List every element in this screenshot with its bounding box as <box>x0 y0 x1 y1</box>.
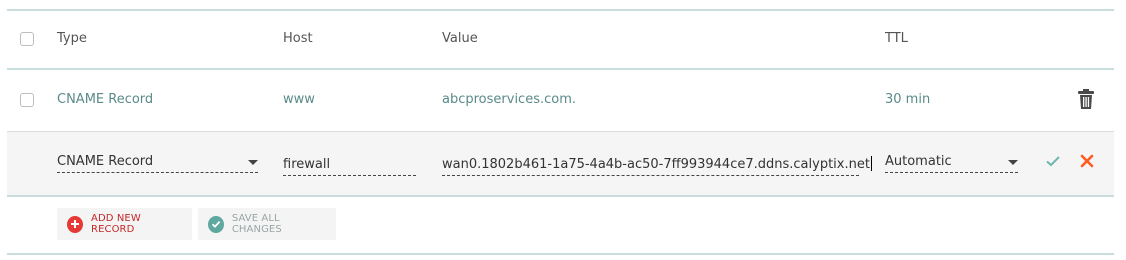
column-header-host[interactable]: Host <box>283 31 313 46</box>
ttl-selected: Automatic <box>885 154 952 169</box>
column-header-value[interactable]: Value <box>442 31 478 46</box>
record-type: CNAME Record <box>57 92 154 107</box>
record-value: abcproservices.com. <box>442 92 576 107</box>
cancel-edit-button[interactable] <box>1079 153 1095 169</box>
confirm-edit-button[interactable] <box>1045 153 1061 169</box>
edit-row-divider <box>7 195 1114 197</box>
add-new-record-button[interactable]: ADD NEW RECORD <box>57 208 192 240</box>
save-all-changes-label: SAVE ALL CHANGES <box>231 213 282 235</box>
value-text: wan0.1802b461-1a75-4a4b-ac50-7ff993944ce… <box>442 157 870 172</box>
delete-record-button[interactable] <box>1077 89 1095 111</box>
header-divider <box>7 68 1114 70</box>
host-input[interactable]: firewall <box>283 155 416 176</box>
plus-icon <box>67 215 84 233</box>
close-icon <box>1080 154 1094 168</box>
record-type-selected: CNAME Record <box>57 154 154 169</box>
column-header-ttl[interactable]: TTL <box>885 31 908 46</box>
ttl-select[interactable]: Automatic <box>885 152 1018 173</box>
table-bottom-border <box>7 253 1114 255</box>
column-header-type[interactable]: Type <box>57 31 87 46</box>
row-checkbox[interactable] <box>20 93 34 107</box>
chevron-down-icon[interactable] <box>248 160 258 165</box>
add-new-record-label: ADD NEW RECORD <box>91 213 141 235</box>
value-input[interactable]: wan0.1802b461-1a75-4a4b-ac50-7ff993944ce… <box>442 155 872 176</box>
record-ttl: 30 min <box>885 92 931 107</box>
record-type-select[interactable]: CNAME Record <box>57 152 258 173</box>
save-all-changes-button[interactable]: SAVE ALL CHANGES <box>198 208 336 240</box>
check-circle-icon <box>208 215 224 233</box>
table-top-border <box>7 9 1114 11</box>
checkmark-icon <box>1046 156 1060 167</box>
select-all-checkbox[interactable] <box>20 32 34 46</box>
record-host: www <box>283 92 315 107</box>
trash-icon <box>1078 89 1094 109</box>
text-cursor <box>870 156 872 171</box>
chevron-down-icon[interactable] <box>1008 160 1018 165</box>
